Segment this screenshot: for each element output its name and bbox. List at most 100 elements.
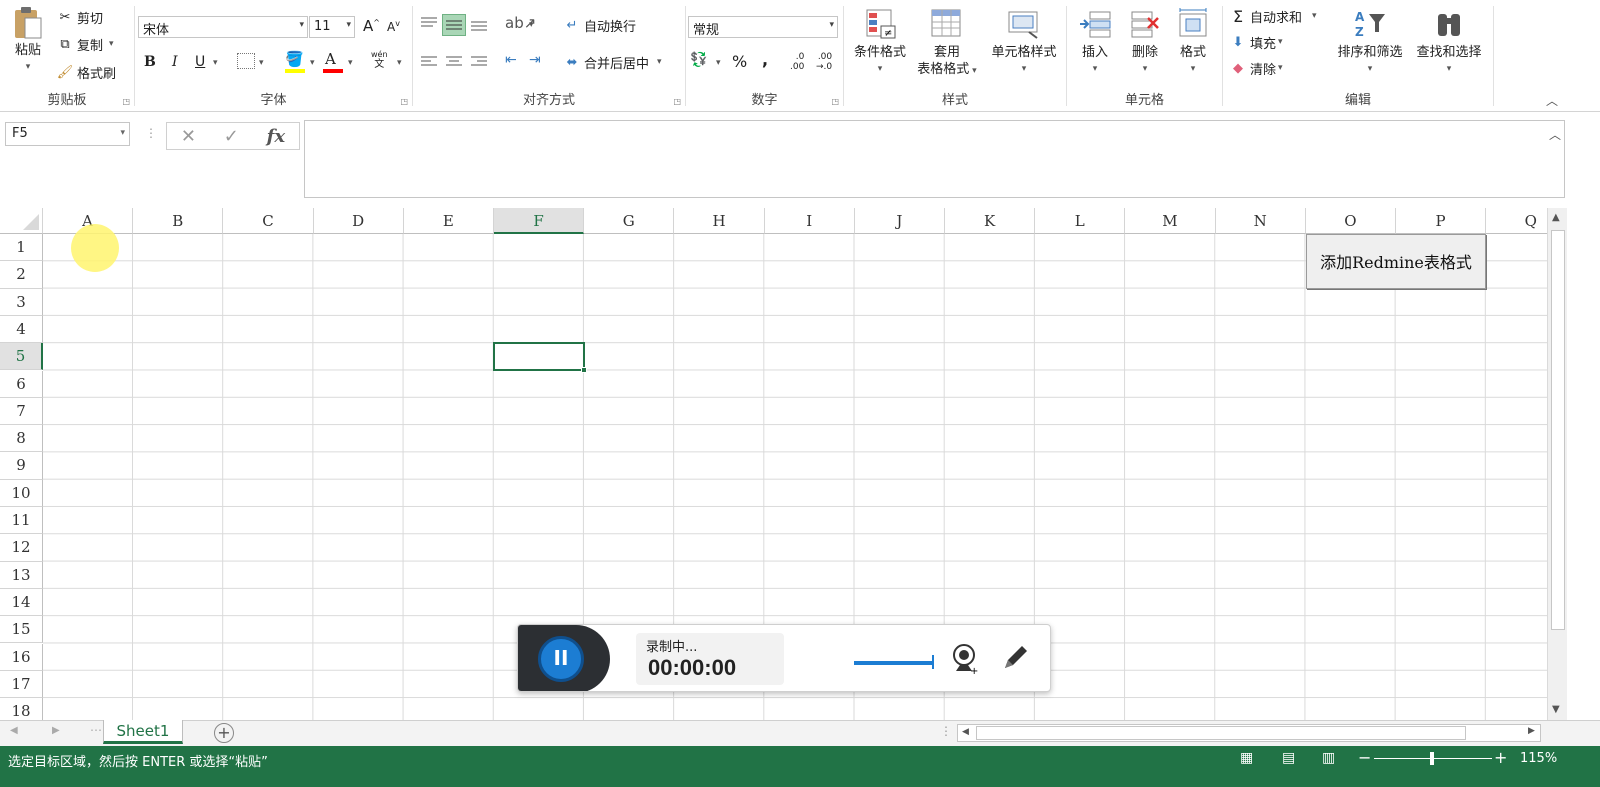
scroll-right-icon[interactable]: ▶ xyxy=(1528,726,1535,736)
column-header-m[interactable]: M xyxy=(1125,208,1216,234)
column-header-n[interactable]: N xyxy=(1215,208,1306,234)
clipboard-launcher-icon[interactable]: ◳ xyxy=(122,97,130,106)
webcam-icon[interactable]: + xyxy=(950,643,980,679)
tab-sheet1[interactable]: Sheet1 xyxy=(103,720,183,744)
add-sheet-button[interactable]: + xyxy=(214,723,234,743)
autosum-dropdown-icon[interactable]: ▾ xyxy=(1312,11,1317,21)
align-top-icon[interactable] xyxy=(419,14,439,34)
alignment-launcher-icon[interactable]: ◳ xyxy=(673,97,681,106)
orientation-dropdown-icon[interactable]: ▾ xyxy=(529,20,534,30)
row-header-2[interactable]: 2 xyxy=(0,261,43,289)
paste-button[interactable]: 粘贴 ▾ xyxy=(6,6,50,76)
column-header-e[interactable]: E xyxy=(403,208,494,234)
percent-button[interactable]: % xyxy=(732,52,747,71)
comma-button[interactable]: , xyxy=(762,50,768,69)
paste-dropdown-icon[interactable]: ▾ xyxy=(6,59,50,76)
column-header-f[interactable]: F xyxy=(494,208,585,234)
row-header-11[interactable]: 11 xyxy=(0,507,43,535)
cut-button[interactable]: ✂ 剪切 xyxy=(56,6,103,28)
increase-decimal-button[interactable]: .0.00 xyxy=(790,52,804,72)
merge-dropdown-icon[interactable]: ▾ xyxy=(657,57,662,67)
merge-center-button[interactable]: ⬌ 合并后居中 ▾ xyxy=(563,51,662,73)
scroll-left-icon[interactable]: ◀ xyxy=(962,727,969,737)
zoom-level[interactable]: 115% xyxy=(1520,751,1557,766)
italic-button[interactable]: I xyxy=(172,54,178,70)
increase-indent-icon[interactable]: ⇥ xyxy=(529,52,541,68)
border-icon[interactable] xyxy=(237,53,255,69)
currency-icon[interactable]: 💱 xyxy=(690,52,707,68)
align-left-icon[interactable] xyxy=(419,52,439,76)
page-layout-view-icon[interactable]: ▤ xyxy=(1282,750,1295,766)
clear-button[interactable]: ◆ 清除 ▾ xyxy=(1229,57,1283,79)
find-select-button[interactable]: 查找和选择 ▾ xyxy=(1409,8,1489,78)
delete-button[interactable]: 删除 ▾ xyxy=(1123,8,1167,78)
number-format-combo[interactable]: 常规 ▾ xyxy=(688,16,838,38)
border-dropdown-icon[interactable]: ▾ xyxy=(259,58,264,68)
font-color-icon[interactable]: A xyxy=(325,50,336,68)
font-launcher-icon[interactable]: ◳ xyxy=(400,97,408,106)
normal-view-icon[interactable]: ▦ xyxy=(1240,750,1253,766)
align-middle-icon[interactable] xyxy=(442,14,466,36)
row-header-10[interactable]: 10 xyxy=(0,479,43,507)
conditional-formatting-button[interactable]: ≠ 条件格式 ▾ xyxy=(846,8,914,78)
tab-splitter-icon[interactable]: ⋮ xyxy=(940,724,952,738)
enter-icon[interactable]: ✓ xyxy=(224,126,239,147)
format-as-table-button[interactable]: 套用 表格格式 ▾ xyxy=(912,8,982,80)
zoom-slider-thumb[interactable] xyxy=(1430,752,1434,765)
copy-dropdown-icon[interactable]: ▾ xyxy=(109,39,114,49)
scroll-up-icon[interactable]: ▲ xyxy=(1552,212,1560,223)
sort-filter-button[interactable]: AZ 排序和筛选 ▾ xyxy=(1331,8,1409,78)
row-header-14[interactable]: 14 xyxy=(0,588,43,617)
cell-styles-button[interactable]: 单元格样式 ▾ xyxy=(984,8,1064,78)
column-header-b[interactable]: B xyxy=(133,208,224,234)
decrease-indent-icon[interactable]: ⇤ xyxy=(505,52,517,68)
column-header-l[interactable]: L xyxy=(1035,208,1126,234)
format-painter-button[interactable]: 🖌 格式刷 xyxy=(56,61,116,83)
column-header-h[interactable]: H xyxy=(674,208,765,234)
fill-color-icon[interactable]: 🪣 xyxy=(285,50,304,68)
row-header-16[interactable]: 16 xyxy=(0,643,43,671)
vertical-scrollbar[interactable]: ▲ ▼ xyxy=(1547,208,1567,720)
pencil-icon[interactable] xyxy=(1000,643,1030,677)
collapse-ribbon-icon[interactable]: ︿ xyxy=(1546,92,1558,109)
add-redmine-format-button[interactable]: 添加Redmine表格式 xyxy=(1305,234,1487,289)
insert-button[interactable]: 插入 ▾ xyxy=(1073,8,1117,78)
row-header-7[interactable]: 7 xyxy=(0,397,43,426)
page-break-view-icon[interactable]: ▥ xyxy=(1322,750,1335,766)
row-header-18[interactable]: 18 xyxy=(0,698,43,720)
cancel-icon[interactable]: ✕ xyxy=(181,126,196,147)
vertical-scroll-thumb[interactable] xyxy=(1551,230,1565,630)
select-all-button[interactable] xyxy=(0,208,43,234)
decrease-decimal-button[interactable]: .00 →.0 xyxy=(816,52,832,72)
horizontal-scrollbar[interactable]: ◀ xyxy=(957,724,1541,742)
row-header-12[interactable]: 12 xyxy=(0,534,43,562)
row-header-5[interactable]: 5 xyxy=(0,343,43,371)
column-header-c[interactable]: C xyxy=(223,208,314,234)
underline-button[interactable]: U xyxy=(195,54,205,70)
row-header-13[interactable]: 13 xyxy=(0,561,43,589)
number-launcher-icon[interactable]: ◳ xyxy=(831,97,839,106)
row-header-3[interactable]: 3 xyxy=(0,288,43,316)
tab-ellipsis-icon[interactable]: ⋯ xyxy=(90,723,102,737)
grow-font-button[interactable]: A^ xyxy=(363,17,380,35)
column-header-d[interactable]: D xyxy=(313,208,404,234)
format-cells-button[interactable]: 格式 ▾ xyxy=(1171,8,1215,78)
underline-dropdown-icon[interactable]: ▾ xyxy=(213,58,218,68)
font-size-combo[interactable]: 11 ▾ xyxy=(309,16,355,38)
column-header-o[interactable]: O xyxy=(1305,208,1396,234)
align-right-icon[interactable] xyxy=(469,52,489,76)
copy-button[interactable]: ⧉ 复制 ▾ xyxy=(56,33,114,55)
column-header-j[interactable]: J xyxy=(854,208,945,234)
row-header-1[interactable]: 1 xyxy=(0,234,43,262)
column-header-q[interactable]: Q xyxy=(1486,208,1547,234)
next-sheet-icon[interactable]: ▶ xyxy=(52,725,60,736)
prev-sheet-icon[interactable]: ◀ xyxy=(10,725,18,736)
splitter-icon[interactable]: ⋮ xyxy=(145,126,157,140)
column-header-p[interactable]: P xyxy=(1396,208,1487,234)
collapse-formula-bar-icon[interactable]: ︿ xyxy=(1549,126,1561,143)
clear-dropdown-icon[interactable]: ▾ xyxy=(1278,63,1283,73)
column-header-g[interactable]: G xyxy=(584,208,675,234)
font-color-dropdown-icon[interactable]: ▾ xyxy=(348,58,353,68)
column-header-k[interactable]: K xyxy=(945,208,1036,234)
horizontal-scroll-thumb[interactable] xyxy=(976,726,1466,740)
